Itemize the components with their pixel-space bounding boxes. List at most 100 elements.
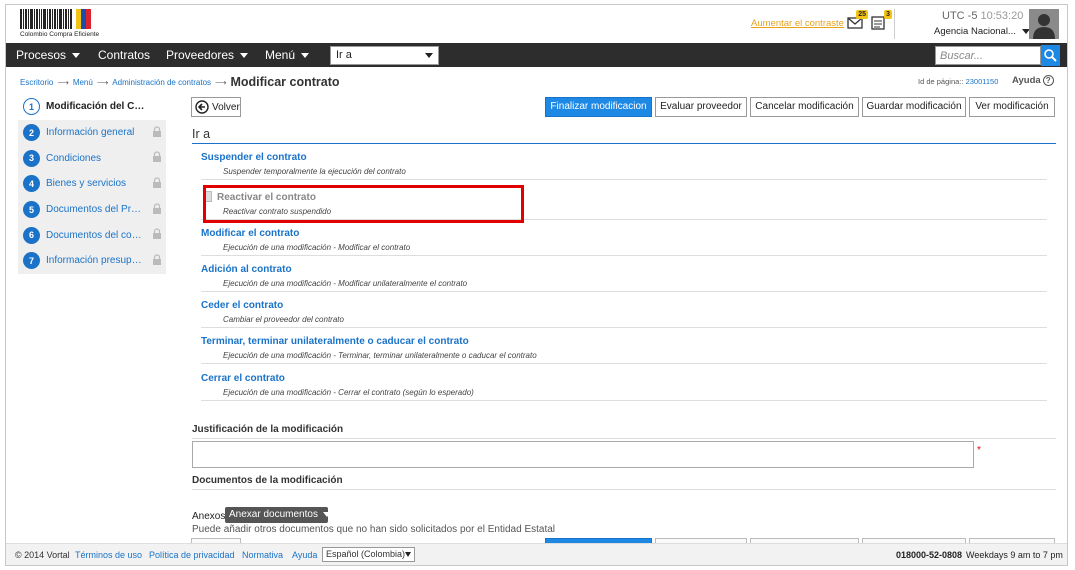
search-icon bbox=[1044, 49, 1057, 62]
notification-count-badge: 3 bbox=[884, 10, 892, 19]
barcode-icon bbox=[20, 9, 73, 29]
step-label: Bienes y servicios bbox=[46, 178, 127, 190]
breadcrumb-menu[interactable]: Menú bbox=[73, 78, 93, 87]
evaluate-provider-button[interactable]: Evaluar proveedor bbox=[655, 97, 747, 117]
lock-icon bbox=[153, 203, 161, 214]
nav-procesos[interactable]: Procesos bbox=[16, 43, 81, 67]
step-number: 1 bbox=[23, 98, 40, 116]
language-select[interactable]: Español (Colombia) bbox=[322, 547, 415, 562]
save-modification-button[interactable]: Guardar modificación bbox=[862, 97, 966, 117]
option-cerrar[interactable]: Cerrar el contrato Ejecución de una modi… bbox=[201, 373, 1047, 401]
breadcrumb-escritorio[interactable]: Escritorio bbox=[20, 78, 53, 87]
question-mark-icon: ? bbox=[1042, 75, 1054, 86]
section-divider bbox=[192, 438, 1056, 439]
search-input[interactable] bbox=[935, 46, 1041, 65]
option-adicion[interactable]: Adición al contrato Ejecución de una mod… bbox=[201, 264, 1047, 292]
section-divider bbox=[192, 489, 1056, 490]
option-description: Ejecución de una modificación - Modifica… bbox=[223, 243, 411, 252]
option-ceder[interactable]: Ceder el contrato Cambiar el proveedor d… bbox=[201, 300, 1047, 328]
clock: UTC -5 10:53:20 bbox=[942, 10, 1023, 22]
step-label: Modificación del Contrato bbox=[46, 101, 146, 113]
top-header: Colombio Compra Eficiente Aumentar el co… bbox=[6, 5, 1067, 43]
page-id-value[interactable]: 23001150 bbox=[966, 77, 999, 86]
view-modification-button[interactable]: Ver modificación bbox=[969, 97, 1055, 117]
arrow-left-circle-icon bbox=[195, 100, 209, 114]
option-title[interactable]: Modificar el contrato bbox=[201, 228, 299, 239]
footer-help-link[interactable]: Ayuda bbox=[292, 550, 317, 560]
option-description: Ejecución de una modificación - Modifica… bbox=[223, 279, 468, 288]
document-notification-icon bbox=[871, 16, 885, 30]
option-title[interactable]: Cerrar el contrato bbox=[201, 373, 285, 384]
steps-sidebar: 1 Modificación del Contrato 2 Información … bbox=[18, 94, 166, 274]
anexos-label: Anexos bbox=[192, 511, 226, 522]
step-number: 3 bbox=[23, 149, 40, 167]
chevron-down-icon bbox=[72, 53, 81, 59]
avatar[interactable] bbox=[1029, 9, 1059, 39]
colombia-compra-logo[interactable]: Colombio Compra Eficiente bbox=[20, 9, 112, 39]
option-title[interactable]: Suspender el contrato bbox=[201, 152, 307, 163]
back-button[interactable]: Volver bbox=[191, 97, 241, 117]
nav-proveedores[interactable]: Proveedores bbox=[166, 43, 249, 67]
documents-label: Documentos de la modificación bbox=[192, 475, 343, 486]
option-description: Cambiar el proveedor del contrato bbox=[223, 315, 344, 324]
step-documentos-proveedor[interactable]: 5 Documentos del Prov... bbox=[18, 197, 166, 223]
step-documentos-contrato[interactable]: 6 Documentos del contr... bbox=[18, 222, 166, 248]
step-label: Documentos del Prov... bbox=[46, 204, 146, 216]
option-description: Suspender temporalmente la ejecución del… bbox=[223, 167, 406, 176]
mail-count-badge: 25 bbox=[856, 10, 868, 19]
agency-name: Agencia Nacional... bbox=[934, 26, 1016, 37]
highlight-box bbox=[203, 185, 524, 223]
page-title: Modificar contrato bbox=[230, 75, 340, 89]
cancel-modification-button[interactable]: Cancelar modificación bbox=[750, 97, 859, 117]
header-divider bbox=[894, 9, 895, 39]
agency-selector[interactable]: Agencia Nacional... bbox=[934, 26, 1030, 37]
support-hours: Weekdays 9 am to 7 pm bbox=[966, 550, 1063, 560]
step-number: 7 bbox=[23, 252, 40, 270]
chevron-down-icon bbox=[301, 53, 310, 59]
nav-contratos[interactable]: Contratos bbox=[98, 43, 150, 67]
logo-text: Colombio Compra Eficiente bbox=[20, 31, 100, 38]
help-link[interactable]: Ayuda? bbox=[1012, 75, 1054, 86]
option-title[interactable]: Ceder el contrato bbox=[201, 300, 283, 311]
search-button[interactable] bbox=[1041, 45, 1060, 66]
mail-button[interactable]: 25 bbox=[847, 10, 868, 31]
main-nav: Procesos Contratos Proveedores Menú Ir a bbox=[6, 43, 1067, 67]
nav-menu[interactable]: Menú bbox=[265, 43, 310, 67]
option-description: Ejecución de una modificación - Terminar… bbox=[223, 351, 537, 360]
notifications-button[interactable]: 3 bbox=[871, 10, 892, 31]
step-bienes-servicios[interactable]: 4 Bienes y servicios bbox=[18, 171, 166, 197]
ir-a-select-value: Ir a bbox=[336, 49, 352, 61]
attach-documents-label: Anexar documentos bbox=[229, 509, 318, 520]
attach-hint: Puede añadir otros documentos que no han… bbox=[192, 524, 556, 535]
section-divider bbox=[192, 143, 1056, 144]
step-informacion-presupuestal[interactable]: 7 Información presupue... bbox=[18, 248, 166, 274]
privacy-link[interactable]: Política de privacidad bbox=[149, 550, 235, 560]
option-title[interactable]: Terminar, terminar unilateralmente o cad… bbox=[201, 336, 469, 347]
footer: © 2014 Vortal Términos de uso Política d… bbox=[6, 543, 1067, 565]
ir-a-select[interactable]: Ir a bbox=[330, 46, 439, 65]
step-condiciones[interactable]: 3 Condiciones bbox=[18, 145, 166, 171]
justification-textarea[interactable] bbox=[192, 441, 974, 468]
option-description: Ejecución de una modificación - Cerrar e… bbox=[223, 388, 474, 397]
option-modificar[interactable]: Modificar el contrato Ejecución de una m… bbox=[201, 228, 1047, 256]
back-button-label: Volver bbox=[212, 101, 240, 113]
lock-icon bbox=[153, 151, 161, 163]
help-label: Ayuda bbox=[1012, 75, 1041, 86]
terms-link[interactable]: Términos de uso bbox=[75, 550, 142, 560]
normativa-link[interactable]: Normativa bbox=[242, 550, 283, 560]
nav-procesos-label: Procesos bbox=[16, 48, 67, 62]
step-modificacion[interactable]: 1 Modificación del Contrato bbox=[18, 94, 166, 120]
attach-documents-button[interactable]: Anexar documentos bbox=[225, 507, 331, 523]
option-terminar[interactable]: Terminar, terminar unilateralmente o cad… bbox=[201, 336, 1047, 364]
arrow-right-icon: ⟶ bbox=[215, 77, 227, 87]
increase-contrast-link[interactable]: Aumentar el contraste bbox=[751, 18, 844, 29]
step-number: 4 bbox=[23, 175, 40, 193]
chevron-down-icon bbox=[425, 53, 433, 58]
option-suspender[interactable]: Suspender el contrato Suspender temporal… bbox=[201, 152, 1047, 180]
nav-proveedores-label: Proveedores bbox=[166, 48, 235, 62]
option-title[interactable]: Adición al contrato bbox=[201, 264, 292, 275]
finalize-modification-button[interactable]: Finalizar modificacion bbox=[545, 97, 652, 117]
breadcrumb-administracion[interactable]: Administración de contratos bbox=[112, 78, 211, 87]
step-number: 2 bbox=[23, 124, 40, 142]
step-informacion-general[interactable]: 2 Información general bbox=[18, 120, 166, 146]
